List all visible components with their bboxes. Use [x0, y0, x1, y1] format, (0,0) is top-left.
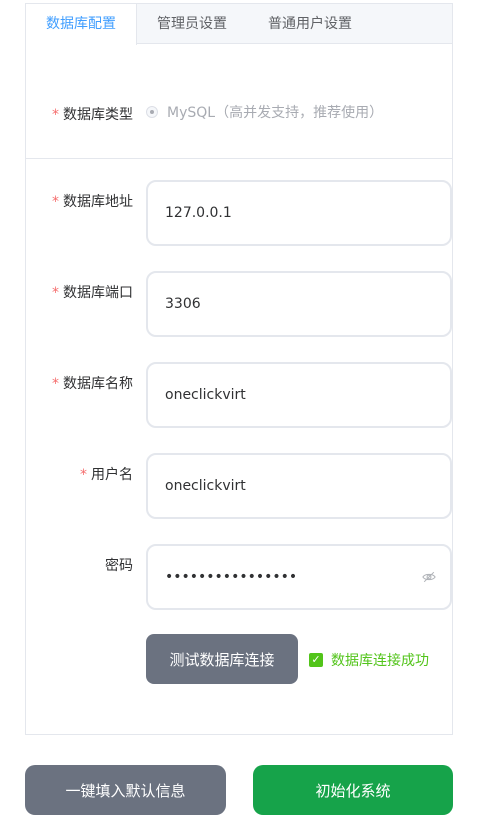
mysql-radio[interactable]: MySQL（高并发支持，推荐使用） [146, 102, 383, 122]
password-value: •••••••••••••••• [165, 569, 298, 585]
section-divider [26, 158, 452, 159]
init-system-button[interactable]: 初始化系统 [253, 765, 453, 815]
db-host-label: * 数据库地址 [52, 194, 133, 210]
db-type-label: * 数据库类型 [52, 107, 133, 123]
db-port-label: * 数据库端口 [52, 285, 133, 301]
db-password-input[interactable]: •••••••••••••••• [146, 544, 452, 610]
check-square-icon: ✓ [309, 653, 323, 667]
db-password-label: 密码 [105, 558, 133, 574]
test-connection-button[interactable]: 测试数据库连接 [146, 634, 298, 684]
db-user-label: * 用户名 [80, 467, 133, 483]
setup-card: 数据库配置 管理员设置 普通用户设置 * 数据库类型 MySQL（高并发支持，推荐… [25, 3, 453, 735]
eye-hide-icon[interactable] [422, 570, 436, 584]
db-port-input[interactable]: 3306 [146, 271, 452, 337]
db-host-input[interactable]: 127.0.0.1 [146, 180, 452, 246]
fill-default-button[interactable]: 一键填入默认信息 [25, 765, 226, 815]
db-name-input[interactable]: oneclickvirt [146, 362, 452, 428]
required-mark: * [52, 107, 59, 123]
connection-status-text: 数据库连接成功 [331, 653, 429, 669]
tab-user-settings[interactable]: 普通用户设置 [248, 4, 373, 44]
connection-status: ✓ 数据库连接成功 [309, 650, 429, 670]
db-user-input[interactable]: oneclickvirt [146, 453, 452, 519]
tab-bar: 数据库配置 管理员设置 普通用户设置 [26, 4, 452, 45]
radio-dot-icon [146, 106, 158, 118]
db-name-label: * 数据库名称 [52, 376, 133, 392]
tab-admin-settings[interactable]: 管理员设置 [137, 4, 248, 44]
mysql-radio-label: MySQL（高并发支持，推荐使用） [167, 105, 384, 121]
tab-database-config[interactable]: 数据库配置 [26, 4, 137, 45]
